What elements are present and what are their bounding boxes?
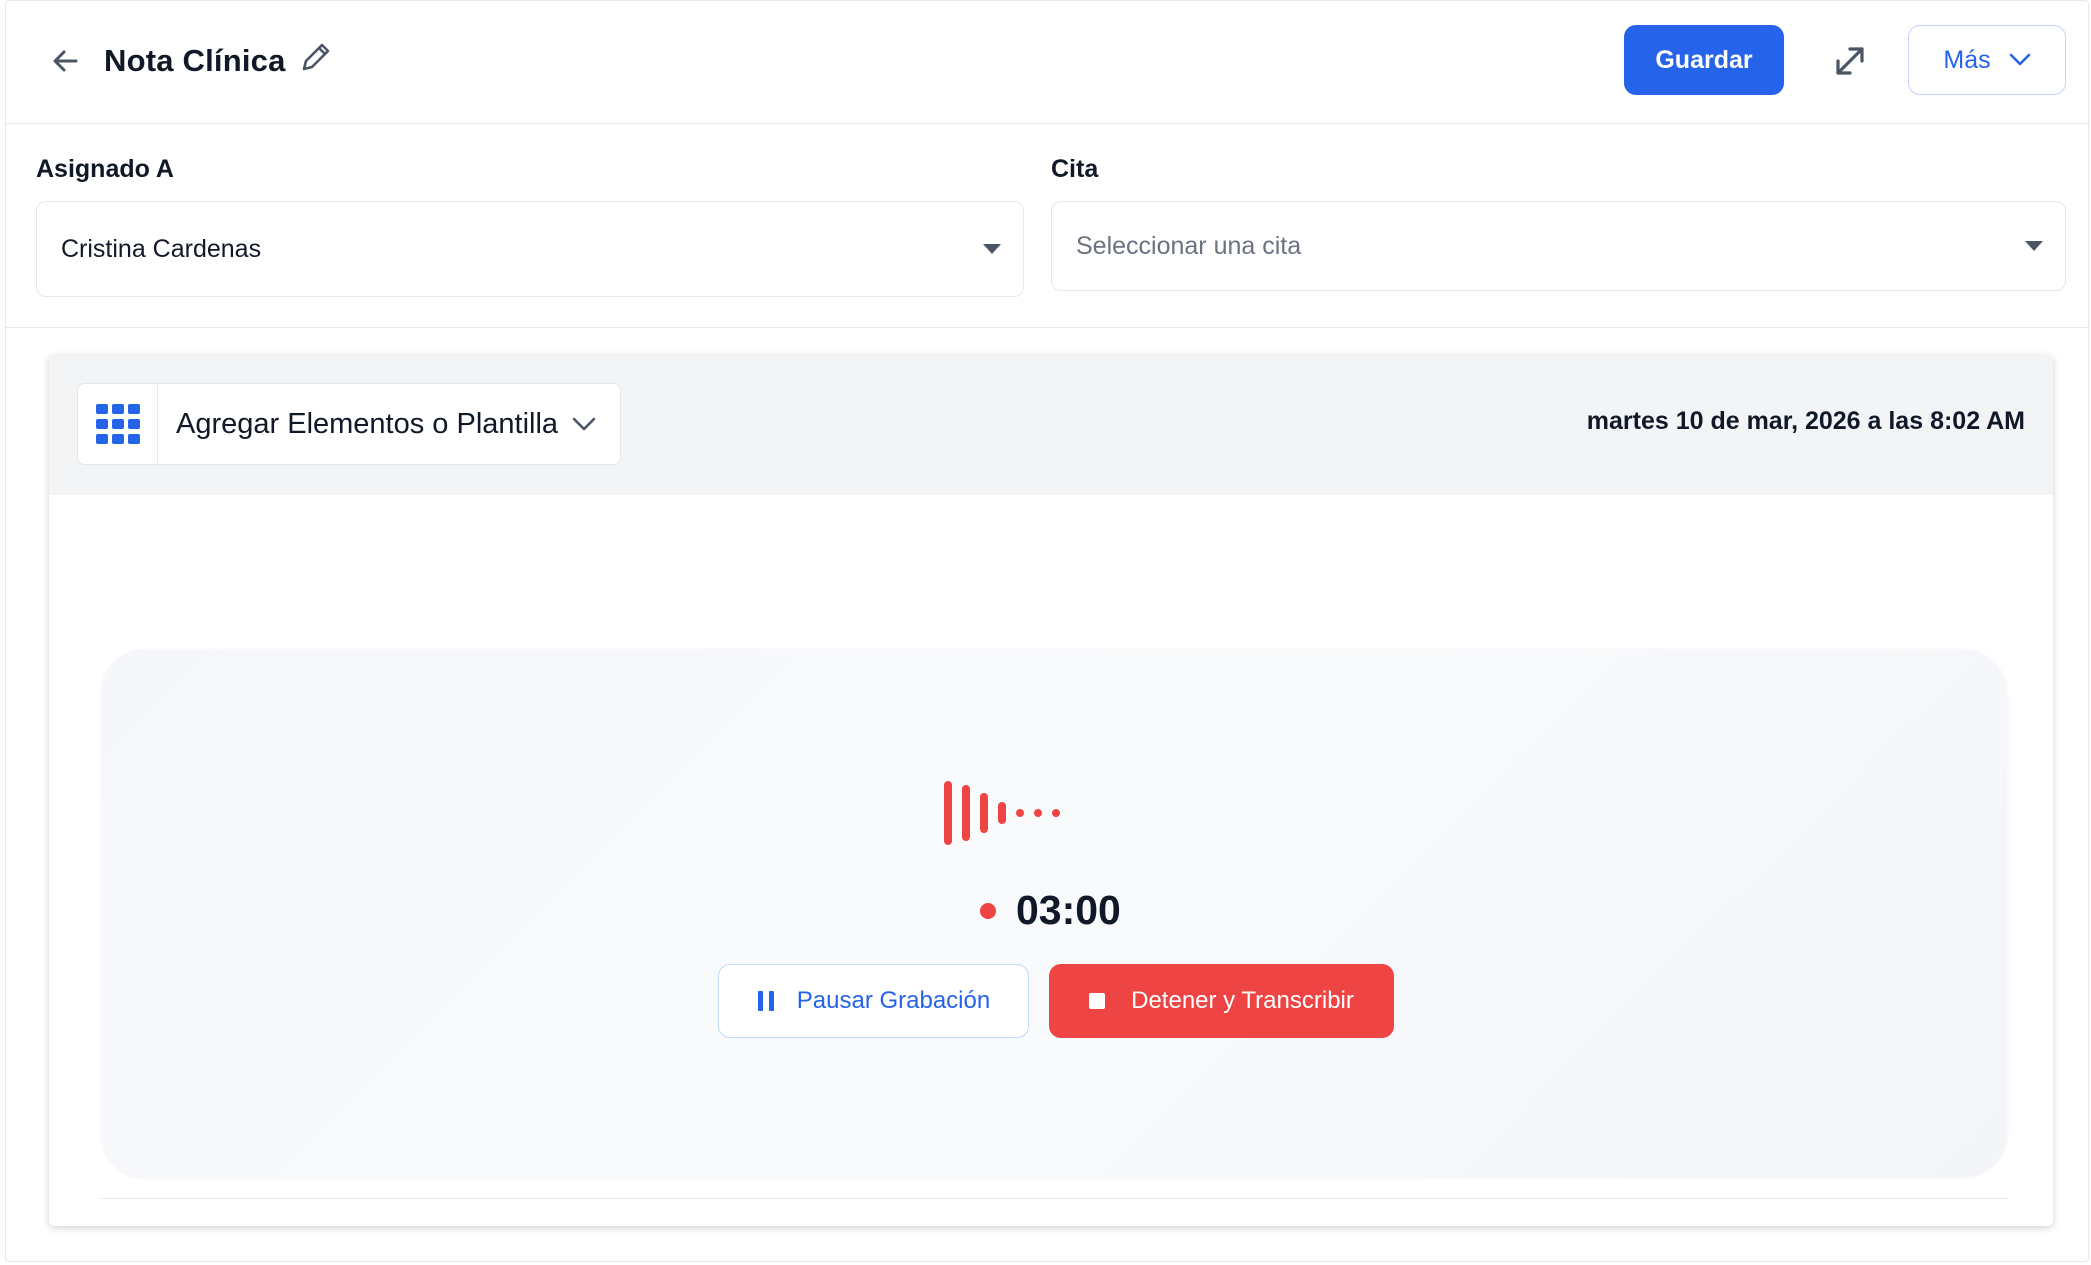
note-fields: Asignado A Cristina Cardenas Cita Selecc…: [6, 123, 2090, 328]
waveform-icon: [944, 781, 1060, 845]
assigned-value: Cristina Cardenas: [61, 234, 262, 263]
back-arrow-icon[interactable]: [46, 41, 86, 81]
appointment-label: Cita: [1051, 155, 1099, 183]
save-button[interactable]: Guardar: [1624, 25, 1784, 95]
template-picker: Agregar Elementos o Plantilla: [77, 383, 621, 465]
template-dropdown[interactable]: Agregar Elementos o Plantilla: [158, 384, 620, 464]
pencil-icon[interactable]: [296, 37, 336, 77]
pause-icon: [757, 991, 774, 1011]
page-title: Nota Clínica: [104, 43, 286, 78]
assigned-select[interactable]: Cristina Cardenas: [36, 201, 1024, 297]
divider: [101, 1198, 2009, 1199]
pause-recording-label: Pausar Grabación: [796, 987, 991, 1014]
expand-icon[interactable]: [1828, 39, 1872, 83]
timer-text: 03:00: [1016, 887, 1121, 933]
pause-recording-button[interactable]: Pausar Grabación: [718, 964, 1029, 1038]
caret-down-icon: [2025, 241, 2043, 251]
chevron-down-icon: [572, 417, 596, 431]
stop-transcribe-button[interactable]: Detener y Transcribir: [1049, 964, 1394, 1038]
note-datetime: martes 10 de mar, 2026 a las 8:02 AM: [1586, 407, 2025, 435]
editor-toolbar: Agregar Elementos o Plantilla martes 10 …: [49, 355, 2053, 495]
more-button[interactable]: Más: [1908, 25, 2066, 95]
stop-transcribe-label: Detener y Transcribir: [1131, 987, 1354, 1014]
app-window: Nota Clínica Guardar Más Asignado A Cris…: [5, 0, 2090, 1262]
stop-icon: [1089, 993, 1106, 1009]
appointment-placeholder: Seleccionar una cita: [1076, 231, 1302, 260]
assigned-label: Asignado A: [36, 155, 174, 183]
recording-timer: 03:00: [980, 887, 1121, 934]
header: Nota Clínica Guardar Más: [6, 1, 2090, 124]
grid-icon: [95, 404, 140, 444]
template-dropdown-label: Agregar Elementos o Plantilla: [176, 407, 559, 440]
chevron-down-icon: [2009, 53, 2030, 66]
grid-button[interactable]: [78, 384, 158, 464]
recording-dot-icon: [980, 902, 996, 919]
caret-down-icon: [983, 244, 1001, 254]
appointment-select[interactable]: Seleccionar una cita: [1051, 201, 2066, 291]
more-button-label: Más: [1943, 45, 1991, 74]
